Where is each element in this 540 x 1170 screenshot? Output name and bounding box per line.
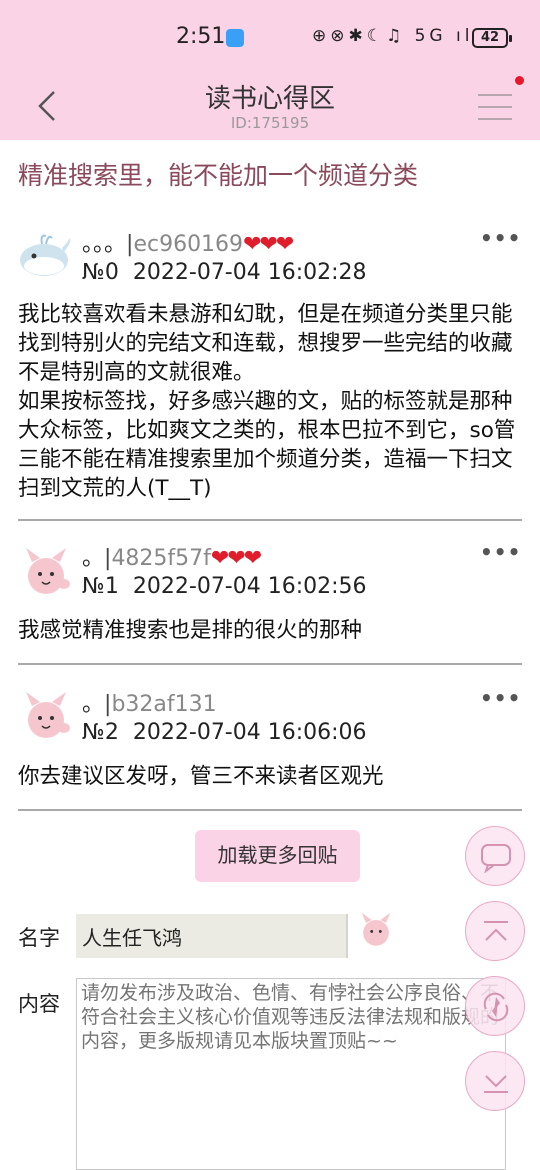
name-input[interactable] [76, 914, 348, 958]
arrow-up-icon [484, 921, 508, 941]
status-time: 2:51 [176, 24, 226, 49]
refresh-button[interactable] [465, 976, 525, 1036]
name-label: 名字 [18, 926, 60, 950]
menu-line [478, 106, 512, 108]
floor-row: №0 2022-07-04 16:02:28 [82, 260, 367, 285]
author-name: 。 [82, 692, 105, 717]
battery-icon: 42 [472, 28, 512, 48]
author-id[interactable]: ec960169 [133, 232, 243, 257]
post-0: 。。。|ec960169❤❤❤ №0 2022-07-04 16:02:28 •… [18, 226, 522, 506]
clefairy-avatar[interactable] [18, 688, 74, 744]
author-name: 。 [82, 546, 105, 571]
more-options-icon[interactable]: ••• [480, 540, 521, 564]
divider [18, 663, 522, 665]
scroll-bottom-button[interactable] [465, 1051, 525, 1111]
post-time: 2022-07-04 16:06:06 [132, 720, 367, 745]
floor-row: №1 2022-07-04 16:02:56 [82, 574, 367, 599]
thread-title: 精准搜索里，能不能加一个频道分类 [18, 161, 419, 190]
author-id[interactable]: b32af131 [111, 692, 216, 717]
clefairy-avatar[interactable] [356, 910, 396, 950]
heart-icons: ❤❤❤ [210, 546, 262, 571]
author-name: 。。。 [82, 232, 127, 257]
heart-icons: ❤❤❤ [243, 232, 294, 257]
weather-icon [226, 29, 244, 47]
author-row: 。|4825f57f❤❤❤ [82, 546, 262, 571]
notification-dot [515, 76, 524, 85]
post-body: 我感觉精准搜索也是排的很火的那种 [18, 618, 363, 643]
post-2: 。|b32af131 №2 2022-07-04 16:06:06 ••• 你去… [18, 686, 522, 796]
more-options-icon[interactable]: ••• [480, 686, 521, 710]
load-more-button[interactable]: 加载更多回贴 [195, 830, 360, 882]
menu-button[interactable] [478, 92, 512, 122]
menu-line [478, 118, 512, 120]
whale-avatar[interactable] [18, 228, 74, 284]
post-time: 2022-07-04 16:02:56 [132, 574, 367, 599]
author-row: 。|b32af131 [82, 692, 217, 717]
author-id[interactable]: 4825f57f [111, 546, 210, 571]
author-row: 。。。|ec960169❤❤❤ [82, 232, 294, 257]
post-body: 我比较喜欢看未悬游和幻耽，但是在频道分类里只能找到特别火的完结文和连载，想搜罗一… [18, 302, 516, 501]
post-body: 你去建议区发呀，管三不来读者区观光 [18, 764, 384, 789]
status-icons: ⊕⊗✱☾♫ 5G ıl [312, 26, 474, 46]
post-1: 。|4825f57f❤❤❤ №1 2022-07-04 16:02:56 •••… [18, 540, 522, 650]
content-textarea[interactable] [76, 978, 506, 1170]
page-title: 读书心得区 [204, 84, 335, 114]
arrow-down-icon [484, 1075, 508, 1093]
content-label: 内容 [18, 992, 60, 1016]
refresh-icon [483, 992, 509, 1022]
floor-number: №1 [82, 574, 119, 599]
chat-icon [481, 844, 511, 873]
status-bar: 2:51 ⊕⊗✱☾♫ 5G ıl 42 [0, 0, 540, 72]
more-options-icon[interactable]: ••• [480, 226, 521, 250]
hamburger-menu-icon [478, 94, 512, 96]
post-time: 2022-07-04 16:02:28 [132, 260, 367, 285]
divider [18, 519, 522, 521]
scroll-top-button[interactable] [465, 901, 525, 961]
clefairy-avatar[interactable] [18, 544, 74, 600]
chat-button[interactable] [465, 826, 525, 886]
board-id: ID:175195 [230, 114, 310, 132]
app-header: 读书心得区 ID:175195 [0, 72, 540, 140]
floor-row: №2 2022-07-04 16:06:06 [82, 720, 367, 745]
floor-number: №2 [82, 720, 119, 745]
floor-number: №0 [82, 260, 119, 285]
divider [18, 809, 522, 811]
